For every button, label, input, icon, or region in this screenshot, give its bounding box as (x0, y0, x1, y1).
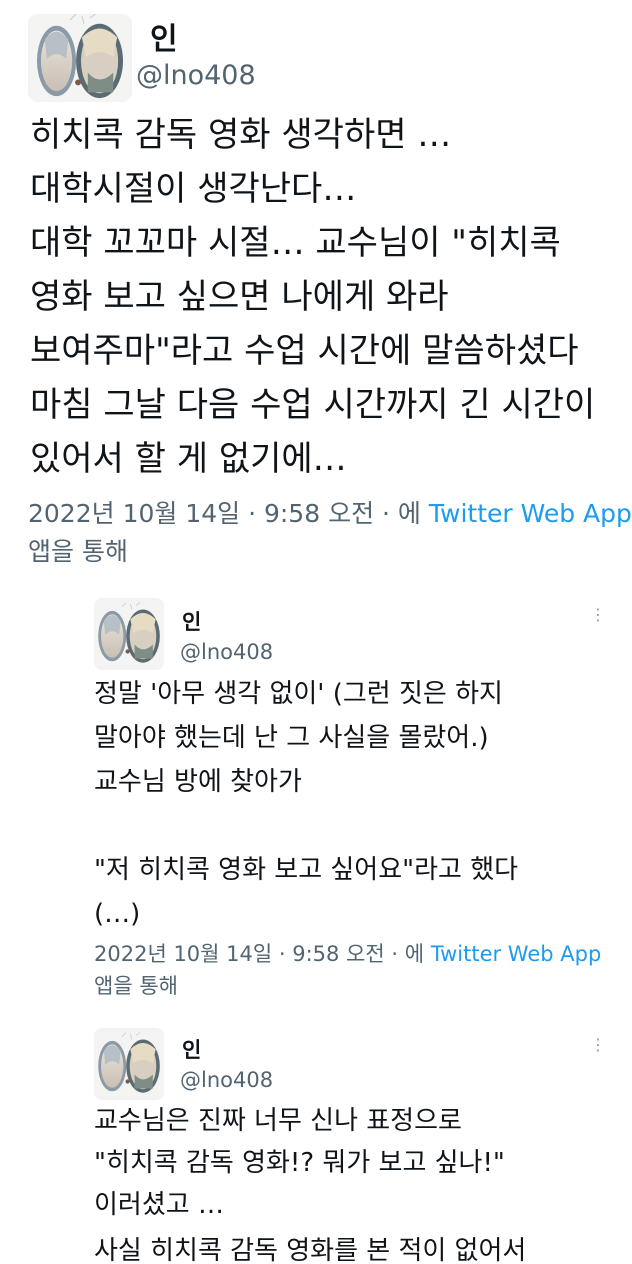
source-via: 앱을 통해 (28, 537, 128, 566)
source-via: 앱을 통해 (94, 974, 178, 998)
source-link[interactable]: Twitter Web App (429, 499, 632, 528)
tweet-text-line: 보여주마"라고 수업 시간에 말씀하셨다 (30, 331, 579, 371)
tweet-text-line: "저 히치콕 영화 보고 싶어요"라고 했다 (94, 855, 519, 885)
avatar[interactable] (28, 14, 132, 102)
more-options-icon[interactable]: ⋮ (590, 1037, 606, 1053)
avatar[interactable] (94, 598, 164, 670)
avatar[interactable] (94, 1028, 164, 1100)
tweet-text-line: (…) (94, 899, 141, 929)
tweet-text-line: 교수님은 진짜 너무 신나 표정으로 (94, 1106, 462, 1136)
tweet-text-line: 이러셨고 … (94, 1190, 224, 1220)
timestamp-text[interactable]: 2022년 10월 14일 · 9:58 오전 · 에 (28, 499, 421, 528)
tweet-text-line: 말아야 했는데 난 그 사실을 몰랐어.) (94, 723, 489, 753)
tweet-timestamp: 2022년 10월 14일 · 9:58 오전 · 에 Twitter Web … (28, 494, 632, 530)
tweet-text-line: 교수님 방에 찾아가 (94, 767, 302, 797)
source-link[interactable]: Twitter Web App (431, 942, 602, 966)
avatar-illustration (94, 598, 164, 670)
tweet-text-line: 대학 꼬꼬마 시절… 교수님이 "히치콕 (30, 223, 561, 263)
tweet-text-line: 정말 '아무 생각 없이' (그런 짓은 하지 (94, 679, 503, 709)
display-name[interactable]: 인 (182, 1034, 201, 1064)
display-name[interactable]: 인 (150, 14, 178, 58)
tweet-text-line: 히치콕 감독 영화 생각하면 … (30, 115, 452, 155)
timestamp-text[interactable]: 2022년 10월 14일 · 9:58 오전 · 에 (94, 942, 424, 966)
avatar-illustration (94, 1028, 164, 1100)
user-handle[interactable]: @lno408 (180, 640, 273, 664)
tweet-text-line: 있어서 할 게 없기에… (30, 439, 347, 479)
tweet-text-line: "히치콕 감독 영화!? 뭐가 보고 싶나!" (94, 1148, 505, 1178)
tweet-text-line: 대학시절이 생각난다… (30, 169, 357, 209)
user-handle[interactable]: @lno408 (136, 60, 256, 91)
avatar-illustration (28, 14, 132, 102)
tweet-text: 교수님은 진짜 너무 신나 표정으로 "히치콕 감독 영화!? 뭐가 보고 싶나… (94, 1100, 632, 1264)
more-options-icon[interactable]: ⋮ (590, 607, 606, 623)
tweet-text-line: 마침 그날 다음 수업 시간까지 긴 시간이 (30, 385, 596, 425)
tweet-text-line: 영화 보고 싶으면 나에게 와라 (30, 277, 449, 317)
tweet-text-line: 사실 히치콕 감독 영화를 본 적이 없어서 (94, 1236, 527, 1264)
user-handle[interactable]: @lno408 (180, 1068, 273, 1092)
display-name[interactable]: 인 (182, 606, 201, 636)
tweet-timestamp: 2022년 10월 14일 · 9:58 오전 · 에 Twitter Web … (94, 938, 601, 968)
